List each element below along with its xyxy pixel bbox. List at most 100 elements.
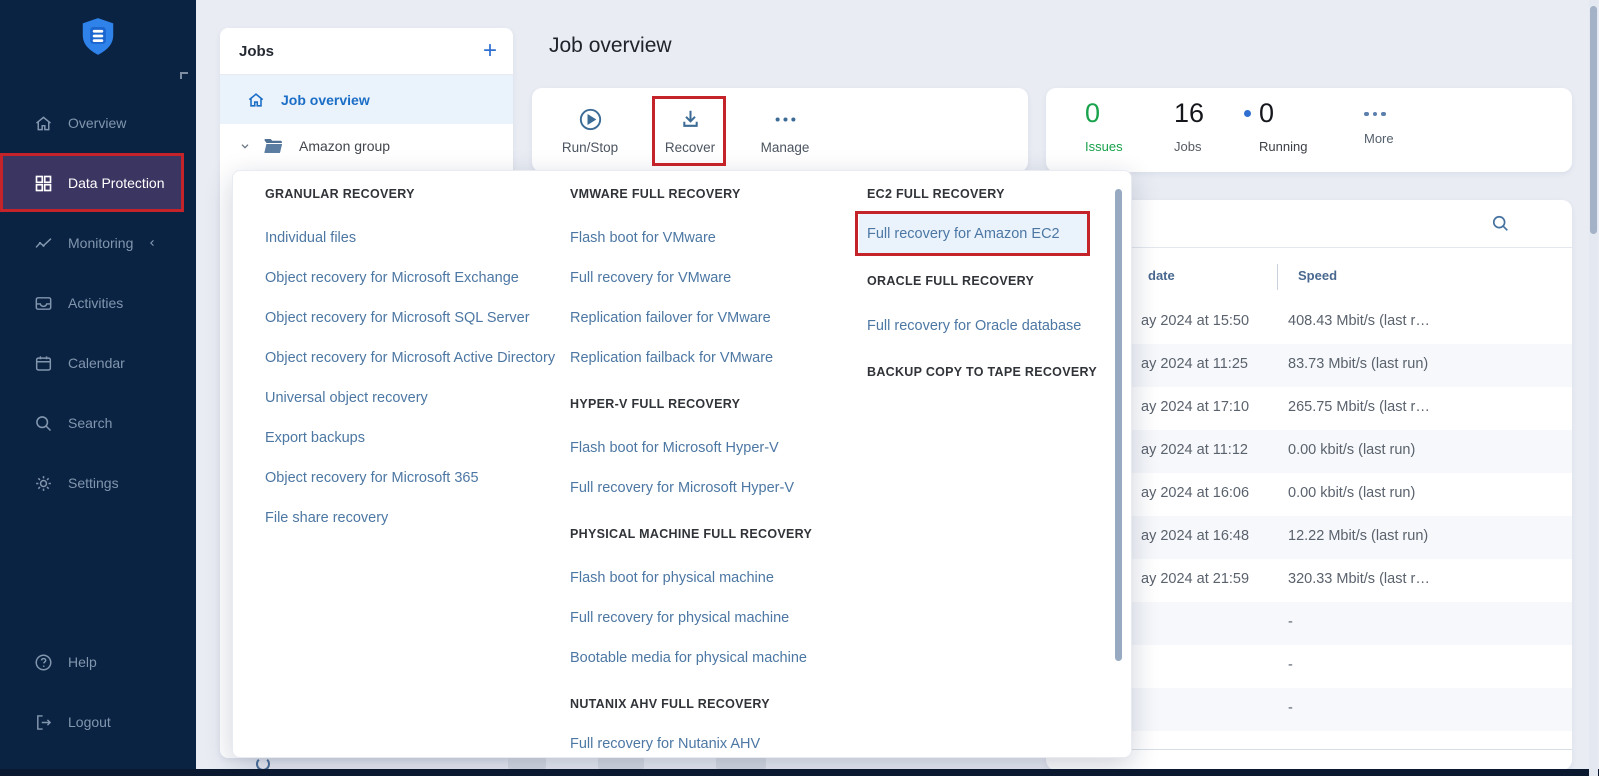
- running-value: 0: [1259, 98, 1275, 128]
- menu-item[interactable]: Export backups: [265, 427, 365, 449]
- cell-speed: -: [1288, 614, 1293, 630]
- inbox-icon: [35, 296, 52, 310]
- folder-icon: [262, 137, 284, 156]
- sidebar-item-label: Monitoring: [68, 235, 134, 251]
- help-icon: [35, 653, 52, 671]
- menu-item[interactable]: Full recovery for Microsoft Hyper-V: [570, 477, 794, 499]
- sidebar-item-label: Calendar: [68, 355, 125, 371]
- recover-button[interactable]: Recover: [650, 106, 730, 155]
- app-logo: [0, 12, 196, 62]
- sidebar-item-monitoring[interactable]: Monitoring: [0, 213, 196, 273]
- cutoff-element: [716, 757, 766, 769]
- cell-speed: -: [1288, 700, 1293, 716]
- run-stop-button[interactable]: Run/Stop: [550, 106, 630, 155]
- cell-speed: 83.73 Mbit/s (last run): [1288, 356, 1429, 372]
- calendar-icon: [35, 355, 52, 371]
- sidebar-item-search[interactable]: Search: [0, 393, 196, 453]
- cell-speed: 265.75 Mbit/s (last r…: [1288, 399, 1430, 415]
- job-stats-card: 0 Issues 16 Jobs 0 Running More: [1046, 88, 1572, 172]
- menu-item[interactable]: Individual files: [265, 227, 356, 249]
- sidebar-nav: Overview Data Protection Monitoring Acti…: [0, 93, 196, 513]
- window-scrollbar[interactable]: [1589, 0, 1598, 776]
- jobs-item-job-overview[interactable]: Job overview: [220, 75, 513, 124]
- manage-button[interactable]: Manage: [745, 106, 825, 155]
- search-icon: [36, 415, 52, 431]
- sidebar-item-label: Activities: [68, 295, 124, 311]
- cell-date: ay 2024 at 11:25: [1141, 356, 1248, 372]
- add-job-button[interactable]: +: [483, 39, 497, 63]
- stat-issues[interactable]: 0 Issues: [1085, 98, 1123, 154]
- menu-item[interactable]: Object recovery for Microsoft 365: [265, 467, 479, 489]
- home-icon: [36, 115, 51, 130]
- menu-item[interactable]: Full recovery for physical machine: [570, 607, 789, 629]
- sidebar-item-overview[interactable]: Overview: [0, 93, 196, 153]
- play-icon: [579, 108, 601, 131]
- menu-item[interactable]: Object recovery for Microsoft SQL Server: [265, 307, 530, 329]
- menu-item[interactable]: Full recovery for Oracle database: [867, 315, 1081, 337]
- menu-section-header: ORACLE FULL RECOVERY: [867, 274, 1035, 288]
- menu-item[interactable]: Replication failback for VMware: [570, 347, 773, 369]
- menu-item-full-recovery-amazon-ec2[interactable]: Full recovery for Amazon EC2: [859, 214, 1088, 254]
- stat-more[interactable]: More: [1364, 98, 1394, 146]
- cell-speed: 408.43 Mbit/s (last r…: [1288, 313, 1430, 329]
- window-scrollbar-thumb[interactable]: [1590, 6, 1597, 234]
- menu-item[interactable]: Flash boot for VMware: [570, 227, 716, 249]
- jobs-item-amazon-group[interactable]: Amazon group: [220, 124, 513, 168]
- menu-item[interactable]: File share recovery: [265, 507, 388, 529]
- stat-jobs[interactable]: 16 Jobs: [1174, 98, 1204, 154]
- sidebar-item-help[interactable]: Help: [0, 632, 196, 692]
- stat-running[interactable]: 0 Running: [1244, 98, 1308, 154]
- menu-item[interactable]: Object recovery for Microsoft Active Dir…: [265, 347, 555, 369]
- menu-section-header: GRANULAR RECOVERY: [265, 187, 415, 201]
- menu-item[interactable]: Full recovery for VMware: [570, 267, 731, 289]
- sidebar-item-label: Settings: [68, 475, 119, 491]
- sidebar-item-label: Data Protection: [68, 175, 165, 191]
- sidebar-item-activities[interactable]: Activities: [0, 273, 196, 333]
- gear-icon: [36, 475, 51, 491]
- cell-date: ay 2024 at 11:12: [1141, 442, 1248, 458]
- job-actions-card: Run/Stop Recover Manage: [532, 88, 1028, 172]
- menu-item[interactable]: Flash boot for physical machine: [570, 567, 774, 589]
- download-icon: [682, 110, 698, 127]
- jobs-label: Jobs: [1174, 139, 1202, 154]
- sidebar: Overview Data Protection Monitoring Acti…: [0, 0, 196, 776]
- menu-item[interactable]: Flash boot for Microsoft Hyper-V: [570, 437, 779, 459]
- column-header-speed[interactable]: Speed: [1298, 268, 1337, 283]
- jobs-panel-title: Jobs: [239, 42, 275, 60]
- menu-section-header: VMWARE FULL RECOVERY: [570, 187, 741, 201]
- menu-section-header: BACKUP COPY TO TAPE RECOVERY: [867, 365, 1097, 379]
- menu-item[interactable]: Universal object recovery: [265, 387, 428, 409]
- jobs-item-label: Amazon group: [299, 138, 391, 154]
- search-icon[interactable]: [1490, 213, 1511, 239]
- cutoff-element: [508, 757, 546, 769]
- column-header-date[interactable]: date: [1148, 268, 1175, 283]
- more-icon: [1364, 110, 1394, 118]
- menu-section-header: EC2 FULL RECOVERY: [867, 187, 1005, 201]
- sidebar-item-data-protection[interactable]: Data Protection: [0, 154, 183, 212]
- manage-label: Manage: [760, 140, 810, 155]
- chevron-left-icon[interactable]: [145, 236, 173, 250]
- menu-item[interactable]: Replication failover for VMware: [570, 307, 771, 329]
- running-dot-icon: [1244, 110, 1251, 117]
- column-divider: [1277, 264, 1278, 290]
- monitoring-chart-icon: [35, 237, 52, 248]
- menu-item[interactable]: Object recovery for Microsoft Exchange: [265, 267, 519, 289]
- sidebar-item-calendar[interactable]: Calendar: [0, 333, 196, 393]
- menu-item[interactable]: Bootable media for physical machine: [570, 647, 807, 669]
- recover-label: Recover: [664, 140, 716, 155]
- menu-item[interactable]: Full recovery for Nutanix AHV: [570, 733, 760, 755]
- sidebar-item-label: Overview: [68, 115, 127, 131]
- dropdown-scrollbar[interactable]: [1115, 189, 1122, 661]
- sidebar-item-logout[interactable]: Logout: [0, 692, 196, 752]
- sidebar-item-settings[interactable]: Settings: [0, 453, 196, 513]
- cell-speed: 12.22 Mbit/s (last run): [1288, 528, 1429, 544]
- more-label: More: [1364, 131, 1394, 146]
- recover-dropdown-menu: GRANULAR RECOVERY Individual files Objec…: [232, 170, 1132, 758]
- page-title: Job overview: [549, 34, 672, 57]
- refresh-icon[interactable]: [256, 757, 271, 769]
- running-label: Running: [1259, 139, 1308, 154]
- bottom-edge-strip: [0, 769, 1599, 776]
- cell-date: ay 2024 at 15:50: [1141, 313, 1250, 329]
- chevron-down-icon[interactable]: [237, 138, 253, 154]
- collapse-corner-icon[interactable]: [180, 72, 188, 79]
